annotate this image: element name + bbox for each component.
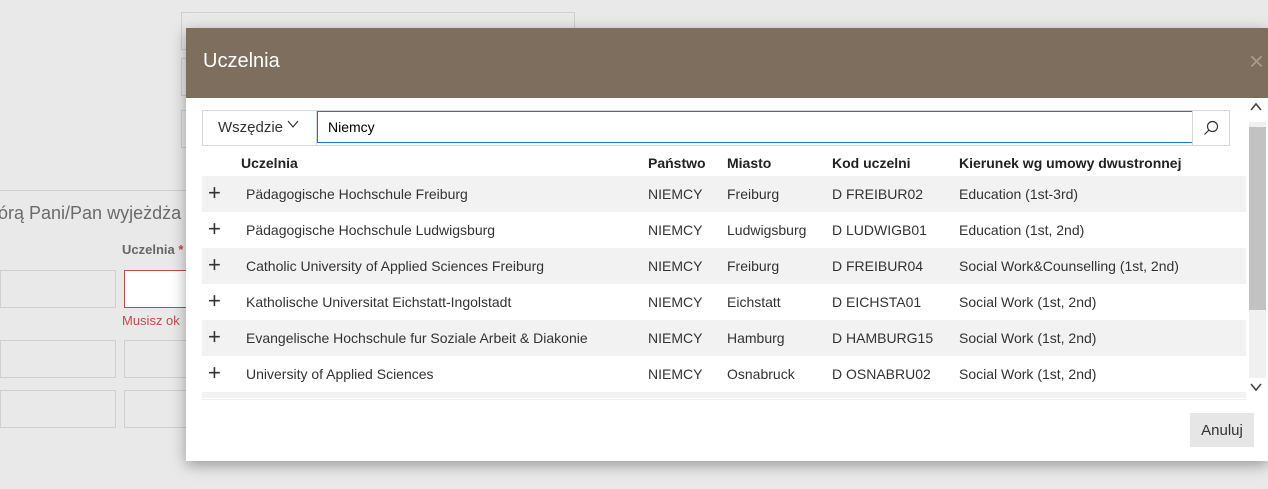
- chevron-up-icon[interactable]: [1250, 100, 1262, 116]
- bg-divider: [0, 190, 186, 191]
- table-row[interactable]: + Catholic University of Applied Science…: [202, 248, 1246, 284]
- footer-divider: [202, 399, 1246, 400]
- column-header-city: Miasto: [727, 155, 772, 171]
- university-picker-dialog: Uczelnia × Wszędzie Uczelnia Państwo Mia…: [186, 28, 1268, 461]
- plus-icon[interactable]: +: [208, 361, 221, 385]
- plus-icon[interactable]: +: [208, 181, 221, 205]
- vertical-scrollbar[interactable]: [1247, 100, 1268, 400]
- table-row-partial: [202, 392, 1246, 398]
- table-header: Uczelnia Państwo Miasto Kod uczelni Kier…: [202, 148, 1246, 176]
- bg-column-label: Uczelnia *: [122, 242, 184, 257]
- cell-city: Freiburg: [727, 258, 780, 274]
- cell-field: Social Work (1st, 2nd): [959, 294, 1097, 310]
- cell-country: NIEMCY: [648, 222, 703, 238]
- cell-field: Education (1st, 2nd): [959, 222, 1085, 238]
- chevron-down-icon[interactable]: [1250, 380, 1262, 396]
- table-row[interactable]: + Pädagogische Hochschule Freiburg NIEMC…: [202, 176, 1246, 212]
- plus-icon[interactable]: +: [208, 289, 221, 313]
- column-header-field: Kierunek wg umowy dwustronnej: [959, 155, 1182, 171]
- chevron-down-icon: [287, 118, 299, 133]
- cell-code: D LUDWIGB01: [832, 222, 927, 238]
- dialog-header: Uczelnia ×: [186, 28, 1268, 98]
- cell-country: NIEMCY: [648, 366, 703, 382]
- search-input[interactable]: [317, 111, 1193, 143]
- cell-city: Ludwigsburg: [727, 222, 807, 238]
- scrollbar-thumb[interactable]: [1249, 127, 1266, 310]
- search-scope-label: Wszędzie: [218, 119, 284, 136]
- bg-error-text: Musisz ok: [122, 313, 180, 328]
- table-row[interactable]: + Evangelische Hochschule fur Soziale Ar…: [202, 320, 1246, 356]
- cancel-button[interactable]: Anuluj: [1190, 413, 1254, 447]
- cell-city: Osnabruck: [727, 366, 795, 382]
- bg-input-1: [0, 270, 116, 308]
- search-icon[interactable]: [1192, 111, 1229, 145]
- cell-code: D EICHSTA01: [832, 294, 922, 310]
- cell-code: D FREIBUR02: [832, 186, 924, 202]
- cell-field: Social Work (1st, 2nd): [959, 366, 1097, 382]
- plus-icon[interactable]: +: [208, 325, 221, 349]
- bg-section-heading: órą Pani/Pan wyjeżdża: [0, 203, 182, 223]
- bg-input-4: [0, 390, 116, 428]
- cell-university: Catholic University of Applied Sciences …: [246, 258, 545, 274]
- cell-field: Education (1st-3rd): [959, 186, 1079, 202]
- column-header-code: Kod uczelni: [832, 155, 911, 171]
- cell-city: Hamburg: [727, 330, 785, 346]
- table-row[interactable]: + Katholische Universitat Eichstatt-Ingo…: [202, 284, 1246, 320]
- cell-code: D HAMBURG15: [832, 330, 934, 346]
- plus-icon[interactable]: +: [208, 253, 221, 277]
- table-row[interactable]: + University of Applied Sciences NIEMCY …: [202, 356, 1246, 392]
- plus-icon[interactable]: +: [208, 217, 221, 241]
- cell-country: NIEMCY: [648, 186, 703, 202]
- cell-country: NIEMCY: [648, 258, 703, 274]
- table-row[interactable]: + Pädagogische Hochschule Ludwigsburg NI…: [202, 212, 1246, 248]
- cell-field: Social Work (1st, 2nd): [959, 330, 1097, 346]
- close-icon[interactable]: ×: [1249, 48, 1264, 74]
- cell-code: D FREIBUR04: [832, 258, 924, 274]
- column-header-university: Uczelnia: [241, 155, 298, 171]
- cell-country: NIEMCY: [648, 294, 703, 310]
- dialog-title: Uczelnia: [203, 50, 280, 72]
- cell-code: D OSNABRU02: [832, 366, 931, 382]
- cell-country: NIEMCY: [648, 330, 703, 346]
- cell-university: Katholische Universitat Eichstatt-Ingols…: [246, 294, 512, 310]
- cell-university: Pädagogische Hochschule Freiburg: [246, 186, 468, 202]
- cell-university: University of Applied Sciences: [246, 366, 434, 382]
- cell-university: Evangelische Hochschule fur Soziale Arbe…: [246, 330, 588, 346]
- search-scope-dropdown[interactable]: Wszędzie: [203, 111, 317, 145]
- bg-input-2: [0, 340, 116, 378]
- cell-field: Social Work&Counselling (1st, 2nd): [959, 258, 1179, 274]
- cell-city: Eichstatt: [727, 294, 781, 310]
- search-bar: Wszędzie: [202, 110, 1230, 146]
- cell-city: Freiburg: [727, 186, 780, 202]
- cell-university: Pädagogische Hochschule Ludwigsburg: [246, 222, 496, 238]
- column-header-country: Państwo: [648, 155, 706, 171]
